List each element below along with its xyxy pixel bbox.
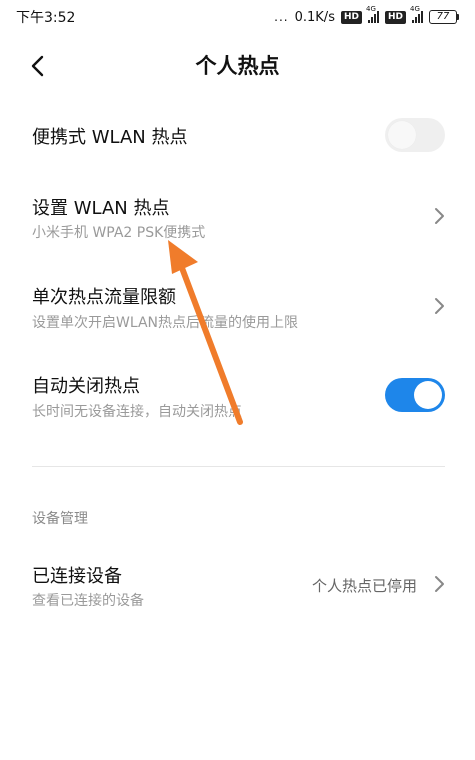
auto-close-subtitle: 长时间无设备连接，自动关闭热点	[32, 404, 242, 420]
connected-devices-row[interactable]: 已连接设备 查看已连接的设备 个人热点已停用	[0, 552, 475, 622]
network-type-label-2: 4G	[410, 5, 420, 13]
auto-close-label: 自动关闭热点	[32, 376, 140, 397]
toggle-knob	[414, 381, 442, 409]
portable-hotspot-row[interactable]: 便携式 WLAN 热点	[0, 98, 475, 174]
status-icons: ... 0.1K/s HD 4G HD 4G 77	[274, 5, 459, 25]
signal-icon: 4G	[366, 5, 379, 23]
portable-hotspot-label: 便携式 WLAN 热点	[32, 127, 188, 148]
traffic-limit-row[interactable]: 单次热点流量限额 设置单次开启WLAN热点后流量的使用上限	[0, 270, 475, 346]
auto-close-row[interactable]: 自动关闭热点 长时间无设备连接，自动关闭热点	[0, 358, 475, 434]
traffic-limit-subtitle: 设置单次开启WLAN热点后流量的使用上限	[32, 315, 299, 331]
status-dots: ...	[274, 10, 289, 24]
connected-devices-label: 已连接设备	[32, 566, 122, 587]
hotspot-status-value: 个人热点已停用	[311, 577, 417, 595]
chevron-right-icon	[435, 576, 444, 592]
section-title-device-management: 设备管理	[32, 511, 88, 527]
setup-hotspot-subtitle: 小米手机 WPA2 PSK便携式	[32, 225, 206, 241]
hd-icon-2: HD	[384, 10, 406, 24]
network-speed: 0.1K/s	[294, 9, 335, 25]
signal-icon-2: 4G	[410, 5, 423, 23]
hd-icon: HD	[340, 10, 362, 24]
page-title: 个人热点	[195, 54, 280, 78]
toggle-knob	[388, 121, 416, 149]
app-header: 个人热点	[0, 34, 475, 98]
status-time: 下午3:52	[16, 10, 76, 26]
battery-icon: 77	[429, 10, 459, 24]
network-type-label: 4G	[365, 5, 376, 13]
setup-hotspot-label: 设置 WLAN 热点	[32, 198, 170, 219]
chevron-right-icon	[435, 298, 444, 314]
traffic-limit-label: 单次热点流量限额	[32, 287, 176, 308]
connected-devices-subtitle: 查看已连接的设备	[32, 593, 144, 609]
status-bar: 下午3:52 ... 0.1K/s HD 4G HD 4G 77	[0, 0, 475, 34]
auto-close-toggle[interactable]	[385, 378, 445, 412]
chevron-right-icon	[435, 208, 444, 224]
section-divider	[32, 466, 445, 467]
setup-hotspot-row[interactable]: 设置 WLAN 热点 小米手机 WPA2 PSK便携式	[0, 180, 475, 260]
portable-hotspot-toggle[interactable]	[385, 118, 445, 152]
